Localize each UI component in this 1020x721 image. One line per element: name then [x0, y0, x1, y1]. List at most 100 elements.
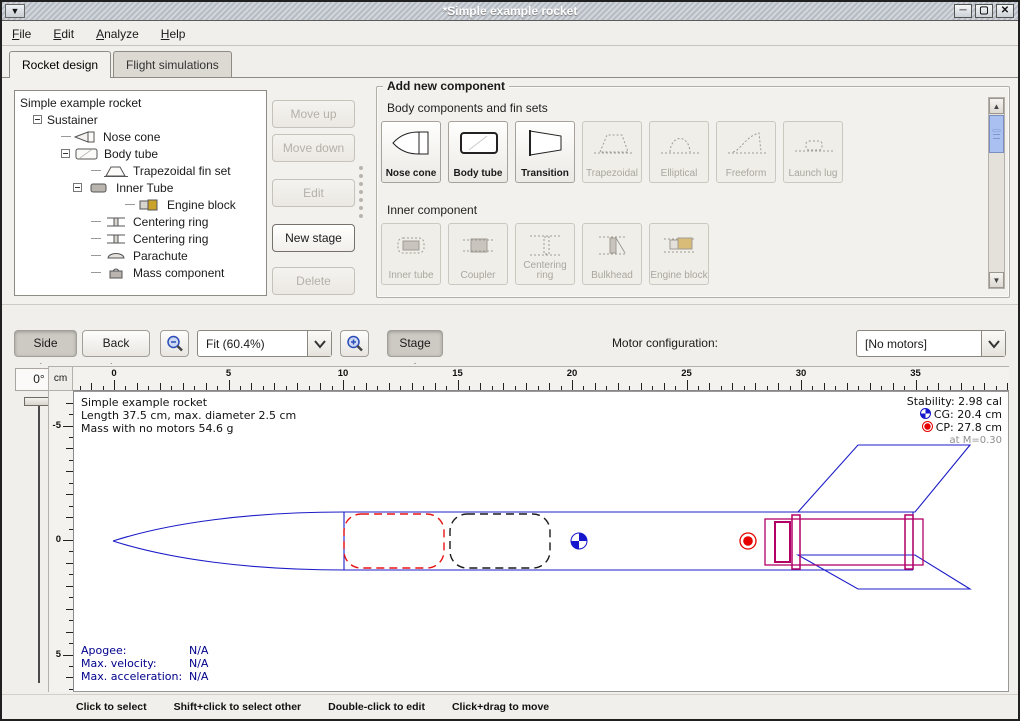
collapse-expander-icon[interactable] [61, 149, 70, 158]
chevron-down-icon[interactable] [307, 331, 331, 356]
ruler-tick [469, 386, 470, 390]
ruler-tick [63, 426, 73, 427]
add-engine-block-button[interactable]: Engine block [649, 223, 709, 285]
ruler-tick [538, 386, 539, 390]
motor-configuration-combobox[interactable]: [No motors] [856, 330, 1006, 357]
menu-analyze[interactable]: Analyze [96, 27, 139, 41]
zoom-in-button[interactable] [340, 330, 369, 357]
ruler-tick [606, 386, 607, 390]
centering-ring-1[interactable] [792, 515, 800, 569]
engine-block-shape[interactable] [775, 522, 790, 562]
ruler-tick [618, 383, 619, 390]
ruler-tick [63, 655, 73, 656]
centering-ring-icon [104, 215, 128, 229]
ruler-tick [206, 383, 207, 390]
collapse-expander-icon[interactable] [33, 115, 42, 124]
trapezoidal-fin-icon [104, 164, 128, 178]
ruler-tick [1007, 383, 1008, 390]
component-panel-scrollbar[interactable]: ▲ ▼ [988, 97, 1005, 289]
rocket-canvas[interactable]: Simple example rocket Length 37.5 cm, ma… [73, 391, 1009, 692]
tree-row-inner-tube[interactable]: Inner Tube [15, 179, 266, 196]
panel-divider[interactable] [2, 304, 1018, 322]
menu-help[interactable]: Help [161, 27, 186, 41]
tree-row-centering-ring-2[interactable]: Centering ring [15, 230, 266, 247]
minimize-button[interactable]: ─ [954, 4, 972, 18]
ruler-tick [400, 386, 401, 390]
tab-rocket-design[interactable]: Rocket design [9, 51, 111, 78]
tree-row-body-tube[interactable]: Body tube [15, 145, 266, 162]
component-tree[interactable]: Simple example rocket Sustainer Nose con… [14, 90, 267, 296]
body-tube-outline[interactable] [344, 512, 913, 570]
trapezoidal-fin-shape-icon [591, 128, 635, 161]
scrollbar-thumb[interactable] [989, 115, 1004, 153]
collapse-expander-icon[interactable] [73, 183, 82, 192]
tree-row-fin-set[interactable]: Trapezoidal fin set [15, 162, 266, 179]
body-section-label: Body components and fin sets [387, 101, 548, 115]
ruler-tick [847, 383, 848, 390]
tree-row-mass-component[interactable]: Mass component [15, 264, 266, 281]
ruler-tick [904, 386, 905, 390]
tree-row-parachute[interactable]: Parachute [15, 247, 266, 264]
tree-row-rocket[interactable]: Simple example rocket [15, 94, 266, 111]
nose-cone-outline[interactable] [113, 512, 344, 570]
ruler-tick [423, 386, 424, 390]
chevron-down-icon[interactable] [981, 331, 1005, 356]
nose-cone-shape-icon [390, 128, 434, 161]
tab-flight-simulations[interactable]: Flight simulations [113, 51, 232, 77]
ruler-tick [675, 386, 676, 390]
centering-ring-2[interactable] [905, 515, 913, 569]
add-elliptical-fin-button[interactable]: Elliptical [649, 121, 709, 183]
zoom-level-combobox[interactable]: Fit (60.4%) [197, 330, 332, 357]
add-bulkhead-button[interactable]: Bulkhead [582, 223, 642, 285]
scroll-up-icon[interactable]: ▲ [989, 98, 1004, 114]
add-body-tube-button[interactable]: Body tube [448, 121, 508, 183]
parachute-outline[interactable] [344, 514, 444, 568]
title-bar[interactable]: ▼ *Simple example rocket ─ ▢ ✕ [2, 2, 1018, 21]
move-up-button[interactable]: Move up [272, 100, 355, 128]
add-nose-cone-button[interactable]: Nose cone [381, 121, 441, 183]
menu-edit[interactable]: Edit [53, 27, 74, 41]
maximize-button[interactable]: ▢ [975, 4, 993, 18]
back-view-button[interactable]: Back view [82, 330, 150, 357]
move-down-button[interactable]: Move down [272, 134, 355, 162]
add-inner-tube-button[interactable]: Inner tube [381, 223, 441, 285]
scroll-down-icon[interactable]: ▼ [989, 272, 1004, 288]
delete-button[interactable]: Delete [272, 267, 355, 295]
tree-row-sustainer[interactable]: Sustainer [15, 111, 266, 128]
vertical-split-handle[interactable] [359, 166, 363, 218]
add-launch-lug-button[interactable]: Launch lug [783, 121, 843, 183]
close-button[interactable]: ✕ [996, 4, 1014, 18]
ruler-tick [332, 386, 333, 390]
ruler-tick [652, 386, 653, 390]
ruler-tick [458, 380, 459, 390]
ruler-tick [297, 383, 298, 390]
side-view-button[interactable]: Side view [14, 330, 77, 357]
fin-lower[interactable] [798, 555, 970, 589]
slider-track[interactable] [38, 401, 40, 683]
tree-row-centering-ring-1[interactable]: Centering ring [15, 213, 266, 230]
add-freeform-fin-button[interactable]: Freeform [716, 121, 776, 183]
add-transition-button[interactable]: Transition [515, 121, 575, 183]
ruler-tick [561, 386, 562, 390]
add-centering-ring-button[interactable]: Centering ring [515, 223, 575, 285]
menu-file[interactable]: File [12, 27, 31, 41]
add-coupler-button[interactable]: Coupler [448, 223, 508, 285]
mass-component-outline[interactable] [450, 514, 550, 568]
cp-marker[interactable] [740, 533, 756, 549]
tree-row-engine-block[interactable]: Engine block [15, 196, 266, 213]
inner-tube-shape[interactable] [765, 519, 923, 565]
zoom-out-button[interactable] [160, 330, 189, 357]
cg-marker[interactable] [571, 533, 587, 549]
stage-1-toggle[interactable]: Stage 1 [387, 330, 443, 357]
rocket-drawing[interactable] [74, 392, 1010, 693]
ruler-tick [91, 383, 92, 390]
fin-upper[interactable] [798, 445, 970, 512]
ruler-tick [801, 380, 802, 390]
add-trapezoidal-fin-button[interactable]: Trapezoidal [582, 121, 642, 183]
application-window: ▼ *Simple example rocket ─ ▢ ✕ File Edit… [0, 0, 1020, 721]
edit-button[interactable]: Edit [272, 179, 355, 207]
tree-row-nose-cone[interactable]: Nose cone [15, 128, 266, 145]
inner-section-label: Inner component [387, 203, 477, 217]
ruler-tick [103, 386, 104, 390]
new-stage-button[interactable]: New stage [272, 224, 355, 252]
